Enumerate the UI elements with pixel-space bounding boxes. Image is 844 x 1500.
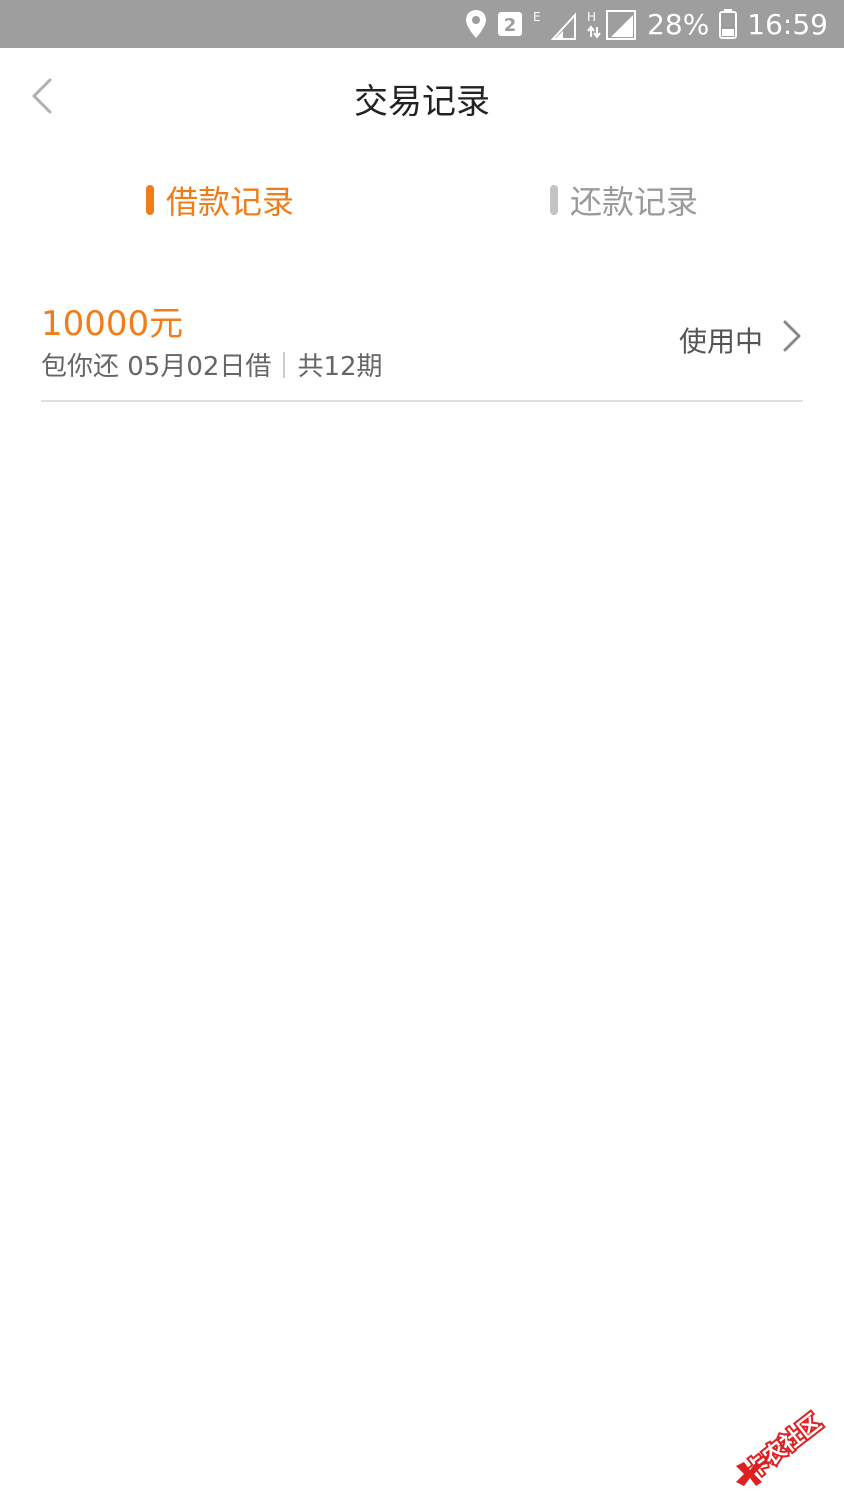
status-bar: 2 E H 28% 16:59 — [0, 0, 844, 48]
tab-repayment-records[interactable]: 还款记录 — [550, 170, 698, 230]
status-icons: 2 E H 28% 16:59 — [465, 0, 828, 48]
record-product-date: 包你还 05月02日借 — [41, 352, 272, 382]
watermark-logo: 卡农社区 — [736, 1407, 828, 1486]
record-amount: 10000元 — [41, 304, 184, 344]
list-item[interactable]: 10000元 包你还 05月02日借 共12期 使用中 — [41, 290, 803, 402]
tab-indicator — [146, 185, 154, 215]
battery-icon — [719, 9, 738, 39]
record-tabs: 借款记录 还款记录 — [0, 170, 844, 230]
page-title: 交易记录 — [354, 82, 490, 122]
status-time: 16:59 — [747, 7, 828, 41]
sim-badge-text: 2 — [504, 15, 517, 36]
sim-badge-icon: 2 — [498, 12, 523, 36]
nav-bar: 交易记录 — [0, 48, 844, 144]
network-e-label: E — [533, 10, 541, 24]
record-status: 使用中 — [678, 325, 763, 358]
record-divider — [283, 351, 286, 378]
network-h-label: H — [587, 10, 596, 24]
signal-h-icon: H — [587, 10, 637, 40]
tab-label: 还款记录 — [570, 183, 699, 221]
record-details: 包你还 05月02日借 共12期 — [41, 346, 383, 383]
record-installments: 共12期 — [297, 352, 383, 382]
battery-percent: 28% — [647, 7, 710, 41]
tab-loan-records[interactable]: 借款记录 — [146, 170, 294, 230]
location-icon — [466, 10, 487, 38]
signal-e-icon: E — [533, 10, 577, 40]
tab-label: 借款记录 — [166, 183, 295, 221]
tab-indicator — [550, 185, 558, 215]
chevron-right-icon — [783, 320, 801, 352]
